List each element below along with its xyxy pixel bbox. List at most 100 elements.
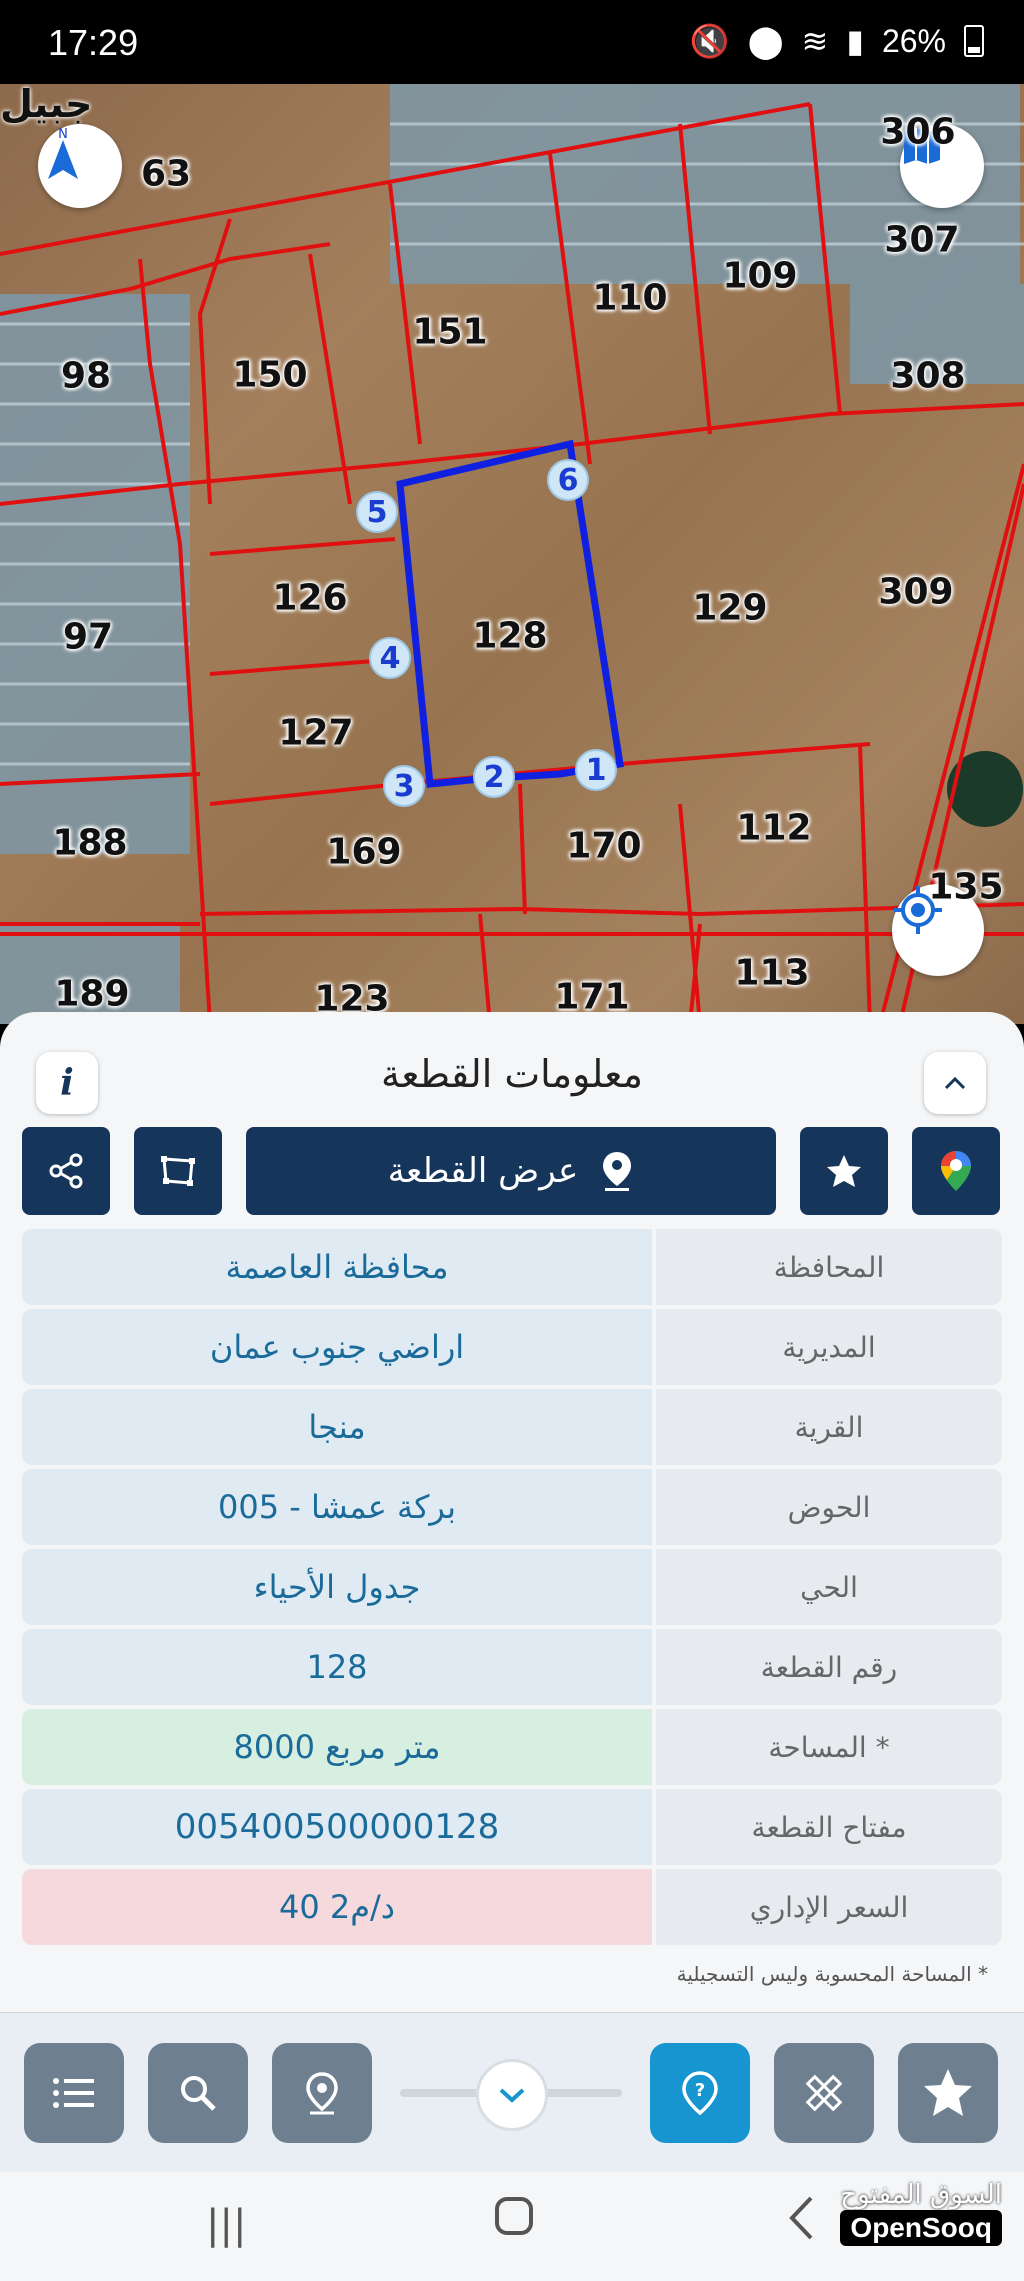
google-maps-button[interactable] [912,1127,1000,1215]
map-canvas [0,84,1024,1024]
vertex-marker[interactable]: 6 [547,459,589,501]
parcel-label[interactable]: 308 [890,356,965,397]
table-row: 128 رقم القطعة [22,1629,1002,1705]
parcel-label[interactable]: 151 [412,312,487,353]
satellite-map[interactable]: جبيل N 63 306 307 151 110 109 98 150 308… [0,84,1024,1024]
battery-icon [964,25,984,57]
table-row: 8000 متر مربع المساحة * [22,1709,1002,1785]
compass-button[interactable]: N [38,124,122,208]
row-label: القرية [656,1389,1002,1465]
parcel-info-panel: i معلومات القطعة عرض القطعة محافظة العاص… [0,1012,1024,2012]
view-parcel-button[interactable]: عرض القطعة [246,1127,776,1215]
favorite-button[interactable] [800,1127,888,1215]
parcel-label[interactable]: 98 [61,356,111,397]
selected-parcel-outline [396,439,624,788]
search-button[interactable] [148,2043,248,2143]
parcel-label[interactable]: 170 [566,826,641,867]
parcel-label[interactable]: 112 [736,808,811,849]
vertex-marker[interactable]: 5 [356,491,398,533]
row-value: جدول الأحياء [22,1549,652,1625]
parcel-label[interactable]: 63 [141,154,191,195]
parcel-label[interactable]: 169 [326,832,401,873]
table-row: منجا القرية [22,1389,1002,1465]
favorites-button[interactable] [898,2043,998,2143]
recent-apps-icon[interactable]: ||| [206,2202,246,2248]
collapse-button[interactable] [924,1052,986,1114]
row-value: اراضي جنوب عمان [22,1309,652,1385]
parcel-label[interactable]: 127 [278,713,353,754]
row-label: المحافظة [656,1229,1002,1305]
location-marker-icon [306,2072,338,2115]
share-button[interactable] [22,1127,110,1215]
star-icon [827,1155,861,1187]
table-row: اراضي جنوب عمان المديرية [22,1309,1002,1385]
parcel-label[interactable]: 188 [52,823,127,864]
battery-percent: 26% [881,22,946,59]
vertex-marker[interactable]: 1 [575,749,617,791]
table-row: بركة عمشا - 005 الحوض [22,1469,1002,1545]
parcel-label[interactable]: 126 [272,578,347,619]
parcel-label[interactable]: 306 [880,112,955,153]
row-value: 8000 متر مربع [22,1709,652,1785]
row-value: 40 د/م2 [22,1869,652,1945]
signal-icon: ▮ [846,23,864,59]
view-parcel-label: عرض القطعة [387,1151,579,1191]
location-pin-icon [603,1152,632,1191]
row-label: الحوض [656,1469,1002,1545]
table-row: جدول الأحياء الحي [22,1549,1002,1625]
parcel-label[interactable]: 128 [472,616,547,657]
status-bar: 17:29 🔇 ⬤ ≋ ▮ 26% [0,0,1024,84]
parcel-label[interactable]: 189 [54,974,129,1015]
ruler-pencil-icon [805,2074,843,2112]
vertex-marker[interactable]: 4 [369,637,411,679]
chevron-down-icon [499,2088,525,2103]
parcel-label[interactable]: 309 [878,572,953,613]
location-search-button[interactable] [272,2043,372,2143]
polygon-icon [161,1156,195,1186]
parcel-label[interactable]: 97 [63,617,113,658]
clock: 17:29 [48,22,139,63]
action-bar: عرض القطعة [0,1127,1024,1217]
table-row: 40 د/م2 السعر الإداري [22,1869,1002,1945]
row-label: مفتاح القطعة [656,1789,1002,1865]
table-row: 005400500000128 مفتاح القطعة [22,1789,1002,1865]
location-icon: ⬤ [747,23,784,59]
question-pin-icon: ? [682,2071,718,2116]
village-label: جبيل [0,84,93,126]
list-icon [53,2078,94,2108]
row-value: محافظة العاصمة [22,1229,652,1305]
watermark-english: OpenSooq [840,2210,1002,2246]
parcel-label[interactable]: 113 [734,953,809,994]
measure-tool-button[interactable] [774,2043,874,2143]
parcel-label[interactable]: 135 [928,867,1003,908]
row-label: السعر الإداري [656,1869,1002,1945]
search-icon [181,2076,216,2111]
star-icon [924,2069,972,2116]
wifi-icon: ≋ [801,23,829,59]
row-label: المديرية [656,1309,1002,1385]
home-icon[interactable] [494,2196,534,2246]
parcel-label[interactable]: 109 [722,256,797,297]
back-icon[interactable] [786,2194,816,2252]
panel-header: i معلومات القطعة [0,1036,1024,1120]
parcel-info-table: محافظة العاصمة المحافظة اراضي جنوب عمان … [22,1229,1002,1949]
watermark-arabic: السوق المفتوح [840,2180,1002,2210]
status-icons: 🔇 ⬤ ≋ ▮ 26% [690,22,984,60]
table-row: محافظة العاصمة المحافظة [22,1229,1002,1305]
list-button[interactable] [24,2043,124,2143]
draw-polygon-button[interactable] [134,1127,222,1215]
parcel-query-button[interactable]: ? [650,2043,750,2143]
area-footnote: * المساحة المحسوبة وليس التسجيلية [676,1962,988,1986]
row-label: الحي [656,1549,1002,1625]
google-maps-icon [941,1151,971,1191]
parcel-label[interactable]: 150 [232,355,307,396]
row-value: 128 [22,1629,652,1705]
vertex-marker[interactable]: 2 [473,756,515,798]
parcel-label[interactable]: 129 [692,588,767,629]
row-label: المساحة * [656,1709,1002,1785]
parcel-label[interactable]: 110 [592,278,667,319]
row-value: بركة عمشا - 005 [22,1469,652,1545]
parcel-label[interactable]: 307 [884,220,959,261]
slider-knob[interactable] [476,2059,548,2131]
vertex-marker[interactable]: 3 [383,765,425,807]
